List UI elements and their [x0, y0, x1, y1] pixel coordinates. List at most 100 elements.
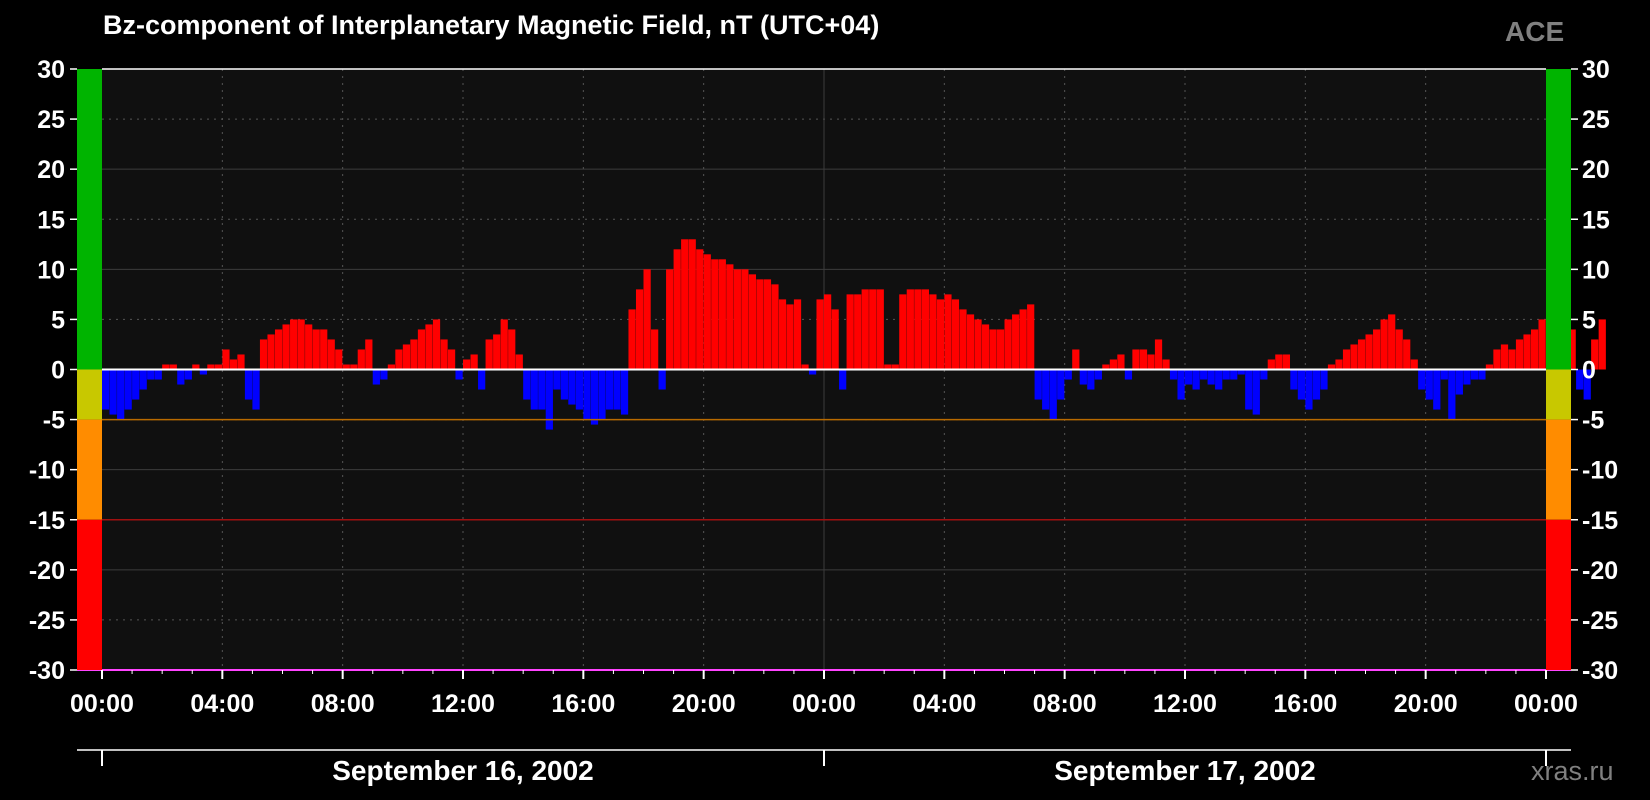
bz-bar	[921, 289, 929, 370]
y-tick-label-left: 25	[37, 106, 65, 134]
bz-bar	[335, 349, 343, 370]
bz-bar	[696, 249, 704, 370]
bz-bar	[1448, 369, 1456, 420]
y-tick-label-left: 10	[37, 256, 65, 284]
y-tick-label-right: -25	[1582, 607, 1618, 635]
bz-bar	[1057, 369, 1065, 400]
bz-bar	[320, 329, 328, 370]
y-tick-label-right: 10	[1582, 256, 1610, 284]
bz-bar	[718, 259, 726, 370]
chart-title: Bz-component of Interplanetary Magnetic …	[103, 10, 880, 40]
bz-bar	[951, 299, 960, 370]
bz-bar	[1169, 369, 1178, 380]
bz-bar	[1192, 369, 1200, 390]
bz-bar	[147, 369, 155, 380]
bz-bar	[1433, 369, 1441, 410]
bz-bar	[267, 334, 275, 370]
x-tick-label: 12:00	[1153, 690, 1217, 718]
bz-bar	[282, 324, 290, 370]
x-tick-label: 20:00	[1394, 690, 1458, 718]
y-tick-label-right: 0	[1582, 357, 1596, 385]
bz-bar	[959, 309, 967, 370]
bz-bar	[463, 359, 471, 370]
y-tick-label-left: -15	[29, 507, 65, 535]
bz-bar	[1027, 304, 1035, 370]
y-tick-label-left: 0	[51, 357, 65, 385]
bz-bar	[1523, 334, 1531, 370]
level-band-left	[77, 369, 102, 420]
bz-bar	[1042, 369, 1050, 410]
bz-bar	[876, 289, 884, 370]
bz-bar	[771, 284, 779, 370]
bz-bar	[1139, 349, 1148, 370]
bz-bar	[778, 299, 787, 370]
bz-bar	[545, 369, 553, 430]
bz-bar	[741, 269, 749, 370]
bz-bar	[869, 289, 877, 370]
bz-chart: 30 30 25 25 20 20 15 15 10 10 5 5 0 0 -5 -5 -10 -10 -15 -15…	[29, 56, 1618, 786]
bz-bar	[1515, 339, 1524, 370]
x-tick-label: 04:00	[912, 690, 976, 718]
bz-bar	[575, 369, 584, 410]
bz-bar	[500, 319, 508, 370]
bz-bar	[117, 369, 125, 420]
bz-bar	[417, 329, 426, 370]
bz-bar	[455, 369, 463, 380]
bz-bar	[1530, 329, 1539, 370]
bz-bar	[1200, 369, 1208, 380]
bz-bar	[425, 324, 433, 370]
bz-bar	[102, 369, 110, 410]
bz-bar	[628, 309, 636, 370]
bz-bar	[1260, 369, 1268, 380]
bz-bar	[793, 299, 802, 370]
y-tick-label-left: -30	[29, 657, 65, 685]
bz-bar	[222, 349, 230, 370]
bz-bar	[831, 309, 839, 370]
bz-bar	[635, 289, 644, 370]
x-tick-label: 12:00	[431, 690, 495, 718]
x-tick-label: 20:00	[672, 690, 736, 718]
bz-bar	[786, 304, 794, 370]
bz-bar	[470, 354, 478, 370]
bz-bar	[1297, 369, 1306, 400]
bz-bar	[1019, 309, 1027, 370]
bz-bar	[1538, 319, 1546, 370]
bz-bar	[402, 344, 411, 370]
bz-bar	[1012, 314, 1020, 370]
x-tick-label: 00:00	[792, 690, 856, 718]
y-tick-label-right: 5	[1582, 306, 1596, 334]
bz-bar	[1418, 369, 1426, 390]
x-tick-label: 04:00	[190, 690, 254, 718]
bz-bar	[944, 294, 952, 370]
bz-bar	[1320, 369, 1328, 390]
bz-bar	[139, 369, 147, 390]
bz-bar	[252, 369, 260, 410]
bz-bar	[440, 339, 448, 370]
bz-bar	[1380, 319, 1388, 370]
y-tick-label-left: -10	[29, 457, 65, 485]
bz-bar	[244, 369, 253, 400]
bz-bar	[1004, 319, 1012, 370]
bz-bar	[703, 254, 711, 370]
bz-bar	[1230, 369, 1238, 380]
bz-bar	[1154, 339, 1163, 370]
x-tick-label: 08:00	[1033, 690, 1097, 718]
y-tick-label-right: -20	[1582, 557, 1618, 585]
x-tick-label: 08:00	[311, 690, 375, 718]
bz-bar	[763, 279, 772, 370]
bz-bar	[1207, 369, 1215, 385]
bz-bar	[861, 289, 869, 370]
bz-bar	[996, 329, 1005, 370]
bz-bar	[259, 339, 268, 370]
level-band-left	[77, 419, 102, 520]
bz-bar	[380, 369, 388, 380]
x-tick-label: 00:00	[70, 690, 134, 718]
bz-bar	[1245, 369, 1253, 410]
bz-bar	[297, 319, 305, 370]
y-tick-label-right: 30	[1582, 56, 1610, 84]
date-label: September 17, 2002	[1054, 755, 1316, 786]
bz-bar	[726, 264, 734, 370]
bz-bar	[1177, 369, 1185, 400]
site-credit: xras.ru	[1531, 756, 1614, 786]
bz-bar	[613, 369, 621, 410]
